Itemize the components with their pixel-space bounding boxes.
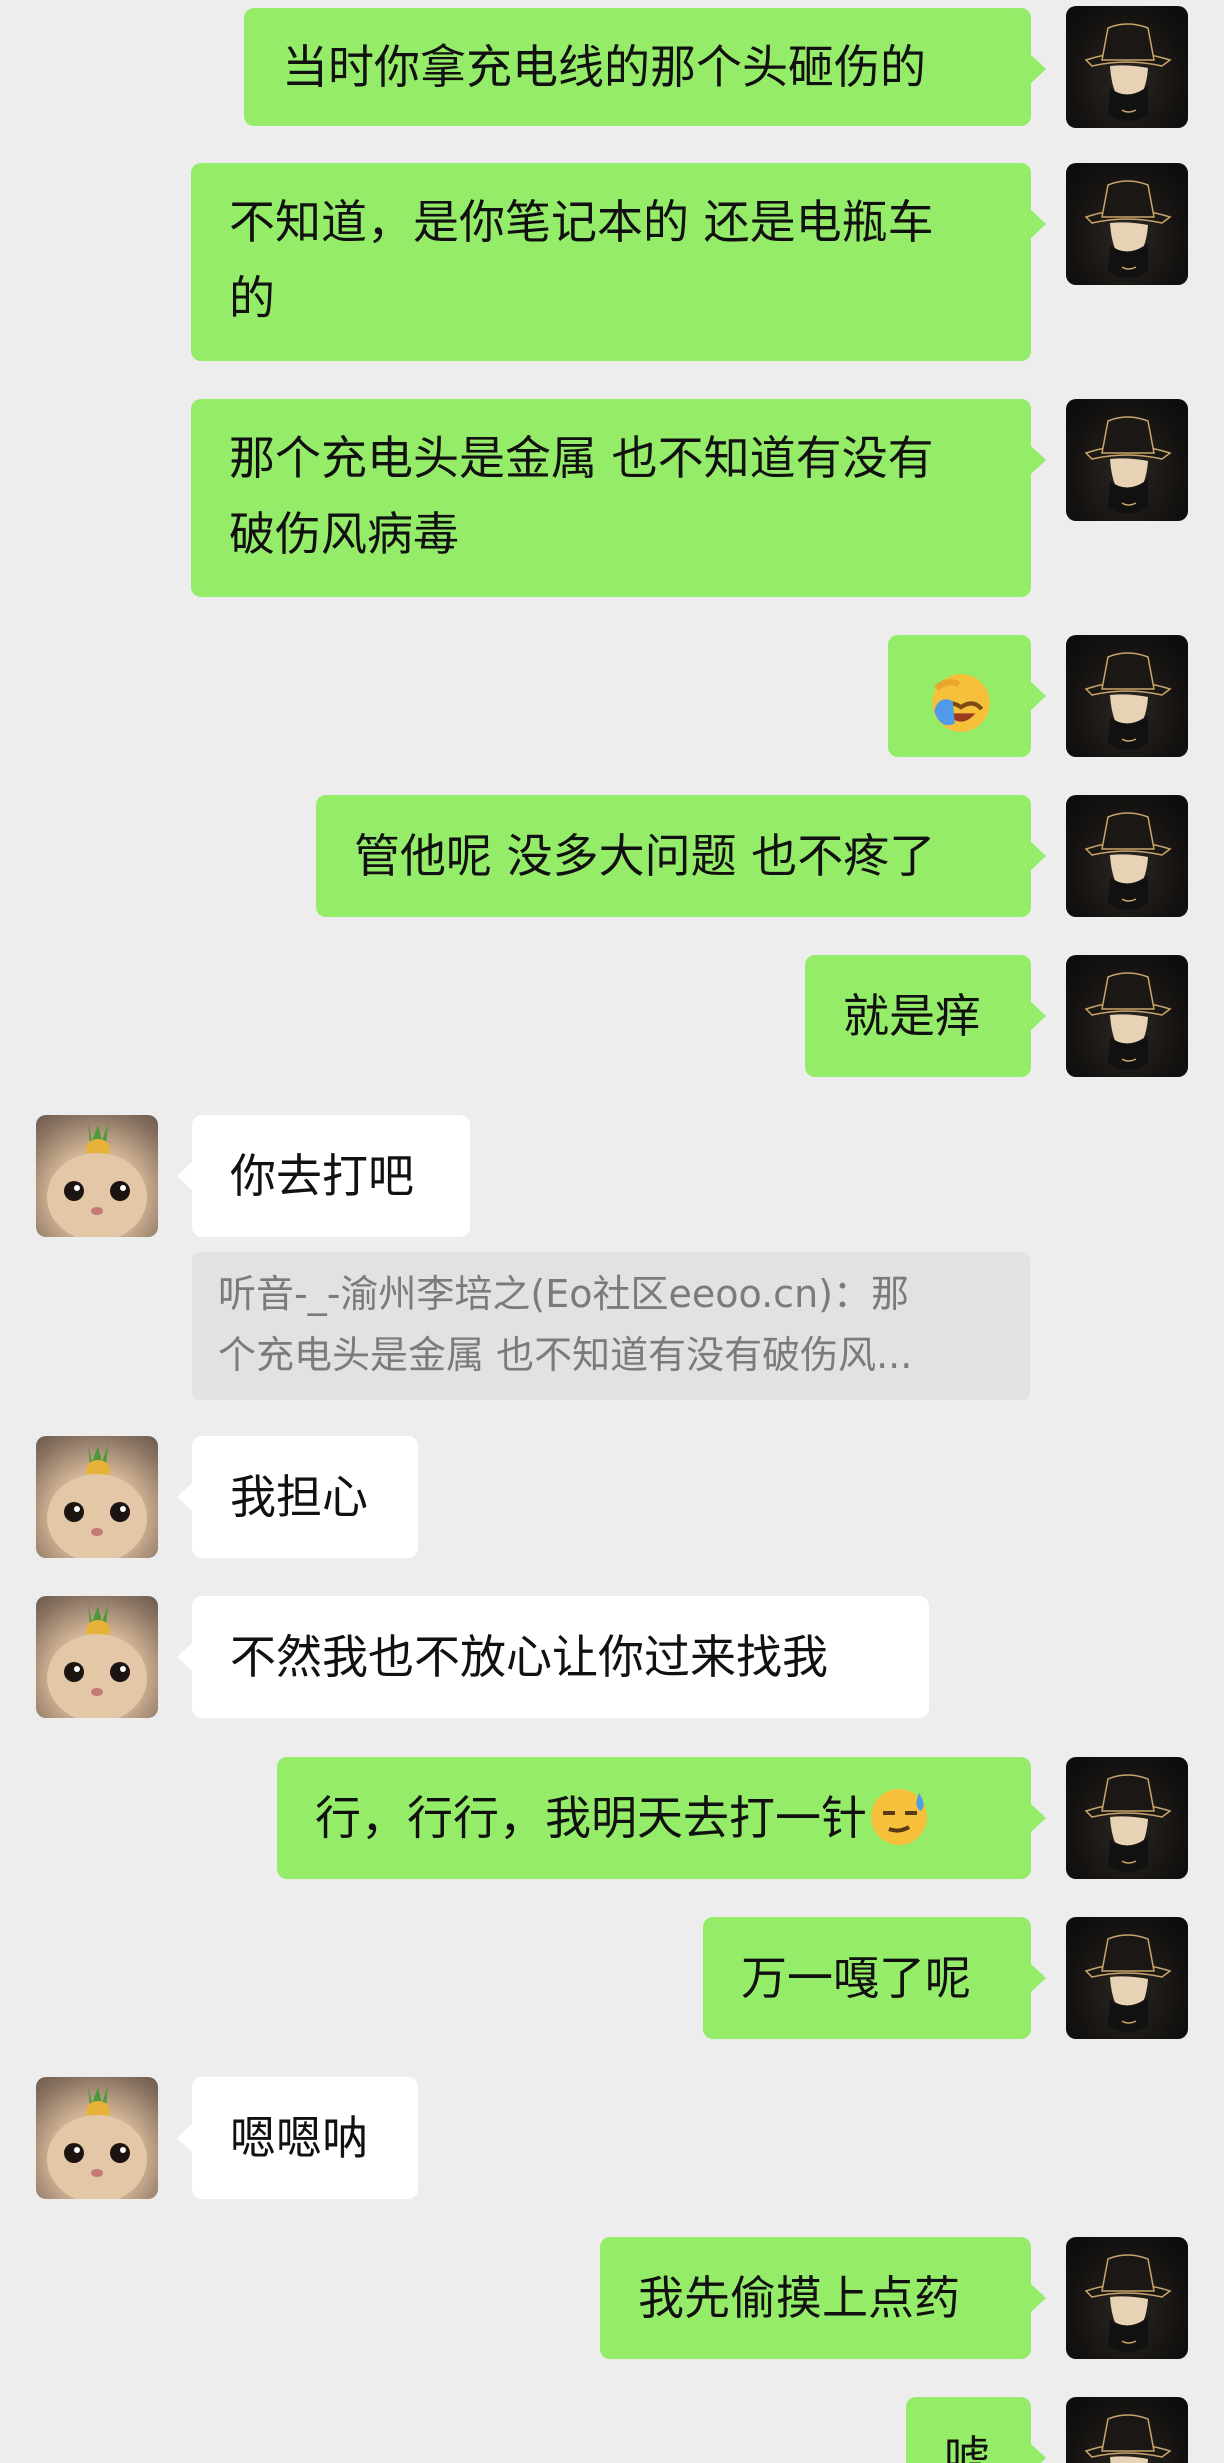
message-bubble-sent[interactable]: 那个充电头是金属 也不知道有没有 破伤风病毒 — [191, 399, 1046, 597]
my-avatar[interactable] — [1066, 2397, 1188, 2463]
my-avatar[interactable] — [1066, 1917, 1188, 2039]
message-text-line: 不知道，是你笔记本的 还是电瓶车 — [229, 195, 934, 249]
message-text: 管他呢 没多大问题 也不疼了 — [354, 829, 936, 883]
hat-man-avatar-icon — [1084, 1774, 1172, 1872]
message-text-line: 那个充电头是金属 也不知道有没有 — [229, 431, 934, 485]
my-avatar[interactable] — [1066, 635, 1188, 757]
message-bubble-received[interactable]: 嗯嗯呐 — [177, 2077, 418, 2199]
chat-history[interactable]: 当时你拿充电线的那个头砸伤的 不知道，是你笔记本的 还是电瓶车 的 那个充电头是… — [0, 0, 1224, 2463]
hat-man-avatar-icon — [1084, 2254, 1172, 2352]
message-text-line: 的 — [229, 271, 275, 325]
message-bubble-received[interactable]: 你去打吧 — [177, 1115, 470, 1237]
hat-man-avatar-icon — [1084, 1934, 1172, 2032]
quote-line: 听音-_-渝州李培之(Eo社区eeoo.cn)：那 — [218, 1272, 909, 1316]
cat-avatar-icon — [47, 2085, 147, 2199]
message-bubble-sent[interactable]: 管他呢 没多大问题 也不疼了 — [316, 795, 1046, 917]
contact-avatar[interactable] — [36, 1115, 158, 1237]
hat-man-avatar-icon — [1084, 812, 1172, 910]
quote-line: 个充电头是金属 也不知道有没有破伤风... — [218, 1333, 913, 1377]
message-bubble-sent[interactable]: 万一嘎了呢 — [703, 1917, 1046, 2039]
message-bubble-received[interactable]: 不然我也不放心让你过来找我 — [177, 1596, 929, 1718]
message-text: 不然我也不放心让你过来找我 — [230, 1630, 828, 1684]
contact-avatar[interactable] — [36, 1436, 158, 1558]
my-avatar[interactable] — [1066, 163, 1188, 285]
hat-man-avatar-icon — [1084, 2414, 1172, 2463]
cat-avatar-icon — [47, 1123, 147, 1237]
message-bubble-sent[interactable]: 就是痒 — [805, 955, 1046, 1077]
contact-avatar[interactable] — [36, 1596, 158, 1718]
my-avatar[interactable] — [1066, 1757, 1188, 1879]
my-avatar[interactable] — [1066, 6, 1188, 128]
message-bubble-received[interactable]: 我担心 — [177, 1436, 418, 1558]
message-text: 万一嘎了呢 — [741, 1951, 971, 2005]
message-text: 嗯嗯呐 — [230, 2111, 368, 2165]
message-bubble-sent[interactable] — [888, 635, 1046, 757]
message-text: 就是痒 — [843, 989, 981, 1043]
cat-avatar-icon — [47, 1604, 147, 1718]
message-text: 我担心 — [230, 1470, 368, 1524]
my-avatar[interactable] — [1066, 399, 1188, 521]
message-text: 我先偷摸上点药 — [638, 2271, 960, 2325]
my-avatar[interactable] — [1066, 795, 1188, 917]
message-bubble-sent[interactable]: 唬 — [906, 2397, 1046, 2463]
message-text: 你去打吧 — [230, 1149, 414, 1203]
message-bubble-sent[interactable]: 不知道，是你笔记本的 还是电瓶车 的 — [191, 163, 1046, 361]
hat-man-avatar-icon — [1084, 652, 1172, 750]
hat-man-avatar-icon — [1084, 972, 1172, 1070]
message-bubble-sent[interactable]: 我先偷摸上点药 — [600, 2237, 1046, 2359]
quoted-reply[interactable]: 听音-_-渝州李培之(Eo社区eeoo.cn)：那 个充电头是金属 也不知道有没… — [192, 1252, 1030, 1400]
message-text: 唬 — [944, 2431, 990, 2463]
hat-man-avatar-icon — [1084, 416, 1172, 514]
my-avatar[interactable] — [1066, 2237, 1188, 2359]
message-text: 当时你拿充电线的那个头砸伤的 — [282, 40, 926, 94]
contact-avatar[interactable] — [36, 2077, 158, 2199]
my-avatar[interactable] — [1066, 955, 1188, 1077]
message-bubble-sent[interactable]: 当时你拿充电线的那个头砸伤的 — [244, 8, 1046, 126]
message-bubble-sent[interactable]: 行，行行，我明天去打一针 — [277, 1757, 1046, 1879]
sweat-smile-emoji-icon — [871, 1788, 927, 1845]
hat-man-avatar-icon — [1084, 180, 1172, 278]
hat-man-avatar-icon — [1084, 23, 1172, 121]
cat-avatar-icon — [47, 1444, 147, 1558]
face-palm-emoji-icon — [932, 673, 990, 732]
message-text-line: 破伤风病毒 — [229, 507, 459, 561]
message-text: 行，行行，我明天去打一针 — [315, 1791, 867, 1845]
